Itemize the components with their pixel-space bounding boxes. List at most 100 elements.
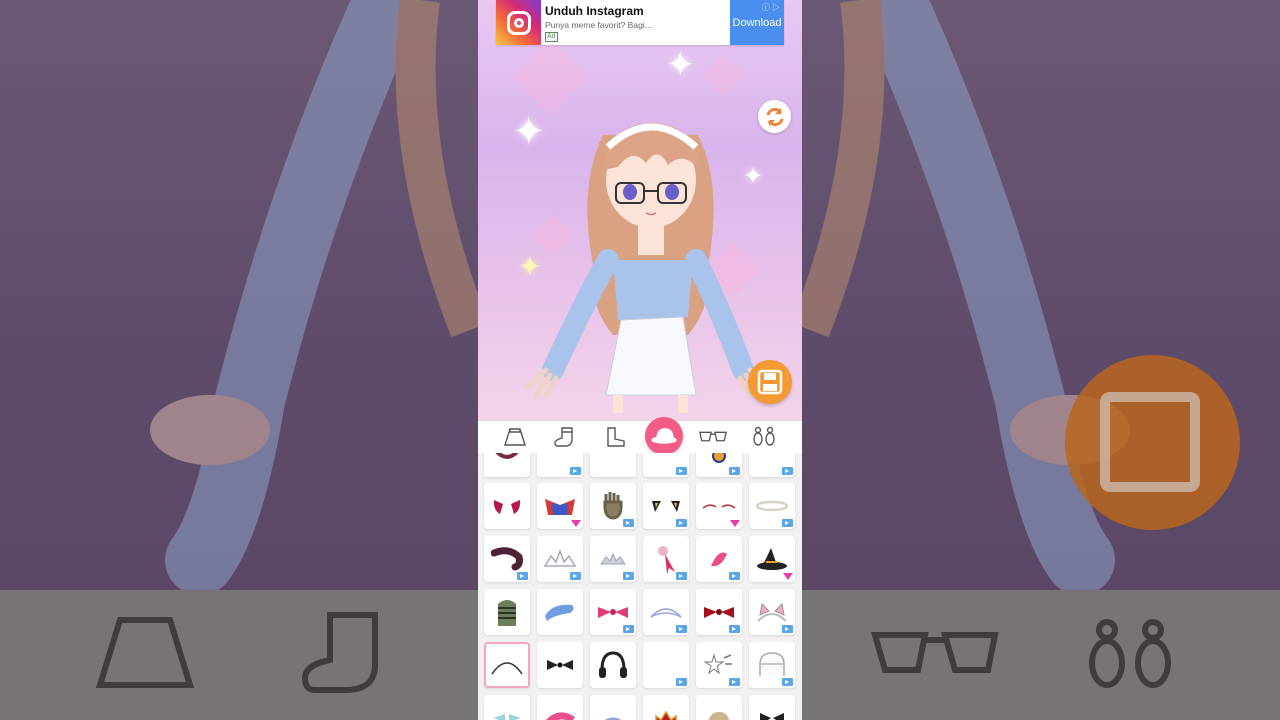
- item-red-crown[interactable]: [643, 695, 689, 720]
- item-thumbnail-icon: [543, 548, 577, 567]
- item-cat-ears-pink[interactable]: [749, 589, 795, 635]
- tab-earrings[interactable]: [749, 424, 779, 450]
- video-badge-icon: [676, 572, 687, 580]
- skirt-icon: [504, 428, 526, 446]
- item-tan-cap[interactable]: [696, 695, 742, 720]
- blurred-earrings-icon: [1089, 619, 1171, 688]
- item-hat-clip[interactable]: [643, 453, 689, 477]
- item-thumbnail-icon: [493, 500, 521, 514]
- item-hat-bunny[interactable]: [590, 453, 636, 477]
- tab-socks[interactable]: [550, 424, 580, 450]
- instagram-logo-icon: [496, 0, 541, 45]
- item-thumbnail-icon: [599, 651, 627, 678]
- sparkle-icon: ✦: [666, 46, 695, 84]
- item-thumbnail-icon: [757, 602, 787, 622]
- blurred-skirt-icon: [95, 617, 195, 688]
- item-hat-dark[interactable]: [484, 453, 530, 477]
- item-flower-bow[interactable]: [643, 536, 689, 582]
- item-hand-thing[interactable]: [590, 483, 636, 529]
- video-badge-icon: [676, 678, 687, 686]
- video-badge-icon: [676, 467, 687, 475]
- blurred-socks-icon: [301, 612, 378, 693]
- item-thumbnail-icon: [652, 501, 680, 512]
- item-blue-beret[interactable]: [537, 589, 583, 635]
- glasses-icon: [699, 431, 727, 442]
- refresh-button[interactable]: [758, 100, 791, 133]
- blurred-glasses-icon: [871, 632, 999, 673]
- ad-download-button[interactable]: ⓘ ▷ Download: [730, 0, 784, 45]
- item-hat-feather[interactable]: [749, 453, 795, 477]
- item-thumbnail-icon: [704, 607, 734, 618]
- video-badge-icon: [623, 625, 634, 633]
- item-hat-lace[interactable]: [537, 453, 583, 477]
- item-pink-cap[interactable]: [537, 695, 583, 720]
- video-badge-icon: [517, 572, 528, 580]
- item-thumbnail-icon: [546, 712, 576, 720]
- item-snake-band[interactable]: [484, 536, 530, 582]
- item-halo[interactable]: [749, 483, 795, 529]
- item-pink-bow[interactable]: [590, 589, 636, 635]
- socks-icon: [554, 427, 573, 447]
- item-eyebrow-lines[interactable]: [696, 483, 742, 529]
- ad-title: Unduh Instagram: [545, 4, 644, 18]
- item-jester-hat[interactable]: [537, 483, 583, 529]
- item-teal-bow[interactable]: [484, 695, 530, 720]
- item-thumbnail-icon: [759, 652, 785, 676]
- item-maid-headband[interactable]: [643, 589, 689, 635]
- item-thumbnail-icon: [712, 453, 726, 463]
- item-thumbnail-icon: [760, 713, 784, 720]
- video-badge-icon: [729, 572, 740, 580]
- item-white-helmet[interactable]: [749, 642, 795, 688]
- gem-badge-icon: [783, 573, 793, 580]
- tab-hat[interactable]: [645, 417, 683, 455]
- item-star-clip[interactable]: [696, 642, 742, 688]
- item-striped-beanie[interactable]: [484, 589, 530, 635]
- item-grid: [478, 453, 802, 720]
- item-white-headband[interactable]: [484, 642, 530, 688]
- item-thumbnail-icon: [491, 547, 523, 571]
- item-clear[interactable]: [643, 642, 689, 688]
- item-blue-band[interactable]: [590, 695, 636, 720]
- ad-banner[interactable]: Unduh Instagram Punya meme favorit? Bagi…: [496, 0, 784, 45]
- bg-diamond: [701, 53, 745, 97]
- video-badge-icon: [676, 625, 687, 633]
- item-pink-flower[interactable]: [696, 536, 742, 582]
- tab-boots[interactable]: [600, 424, 630, 450]
- video-badge-icon: [729, 625, 740, 633]
- item-red-bow[interactable]: [696, 589, 742, 635]
- item-tiara-small[interactable]: [590, 536, 636, 582]
- video-badge-icon: [782, 519, 793, 527]
- video-badge-icon: [570, 467, 581, 475]
- item-thumbnail-icon: [655, 710, 677, 720]
- item-black-bow[interactable]: [537, 642, 583, 688]
- item-tiara-silver[interactable]: [537, 536, 583, 582]
- item-hat-ball[interactable]: [696, 453, 742, 477]
- item-black-ribbon[interactable]: [749, 695, 795, 720]
- item-cat-ears-black[interactable]: [643, 483, 689, 529]
- item-thumbnail-icon: [491, 662, 523, 675]
- tab-glasses[interactable]: [698, 424, 728, 450]
- item-thumbnail-icon: [545, 499, 575, 515]
- video-badge-icon: [782, 625, 793, 633]
- category-bar: [478, 417, 802, 455]
- item-witch-hat[interactable]: [749, 536, 795, 582]
- item-thumbnail-icon: [757, 548, 787, 570]
- item-headphones[interactable]: [590, 642, 636, 688]
- save-button[interactable]: [748, 360, 792, 404]
- video-badge-icon: [782, 467, 793, 475]
- hat-icon: [651, 428, 677, 444]
- video-badge-icon: [623, 572, 634, 580]
- ad-info-icon[interactable]: ⓘ ▷: [762, 2, 780, 13]
- video-badge-icon: [782, 678, 793, 686]
- item-thumbnail-icon: [493, 714, 521, 720]
- floppy-disk-icon: [757, 369, 783, 395]
- item-thumbnail-icon: [755, 500, 789, 512]
- video-badge-icon: [570, 572, 581, 580]
- item-thumbnail-icon: [658, 546, 675, 574]
- character-stage: ✦ ✦ ✦ ✦ Unduh Instagram Punya meme favor…: [478, 0, 802, 420]
- character-avatar[interactable]: [518, 95, 768, 420]
- tab-skirt[interactable]: [500, 424, 530, 450]
- item-horns-red[interactable]: [484, 483, 530, 529]
- item-thumbnail-icon: [604, 717, 622, 720]
- item-thumbnail-icon: [498, 600, 516, 626]
